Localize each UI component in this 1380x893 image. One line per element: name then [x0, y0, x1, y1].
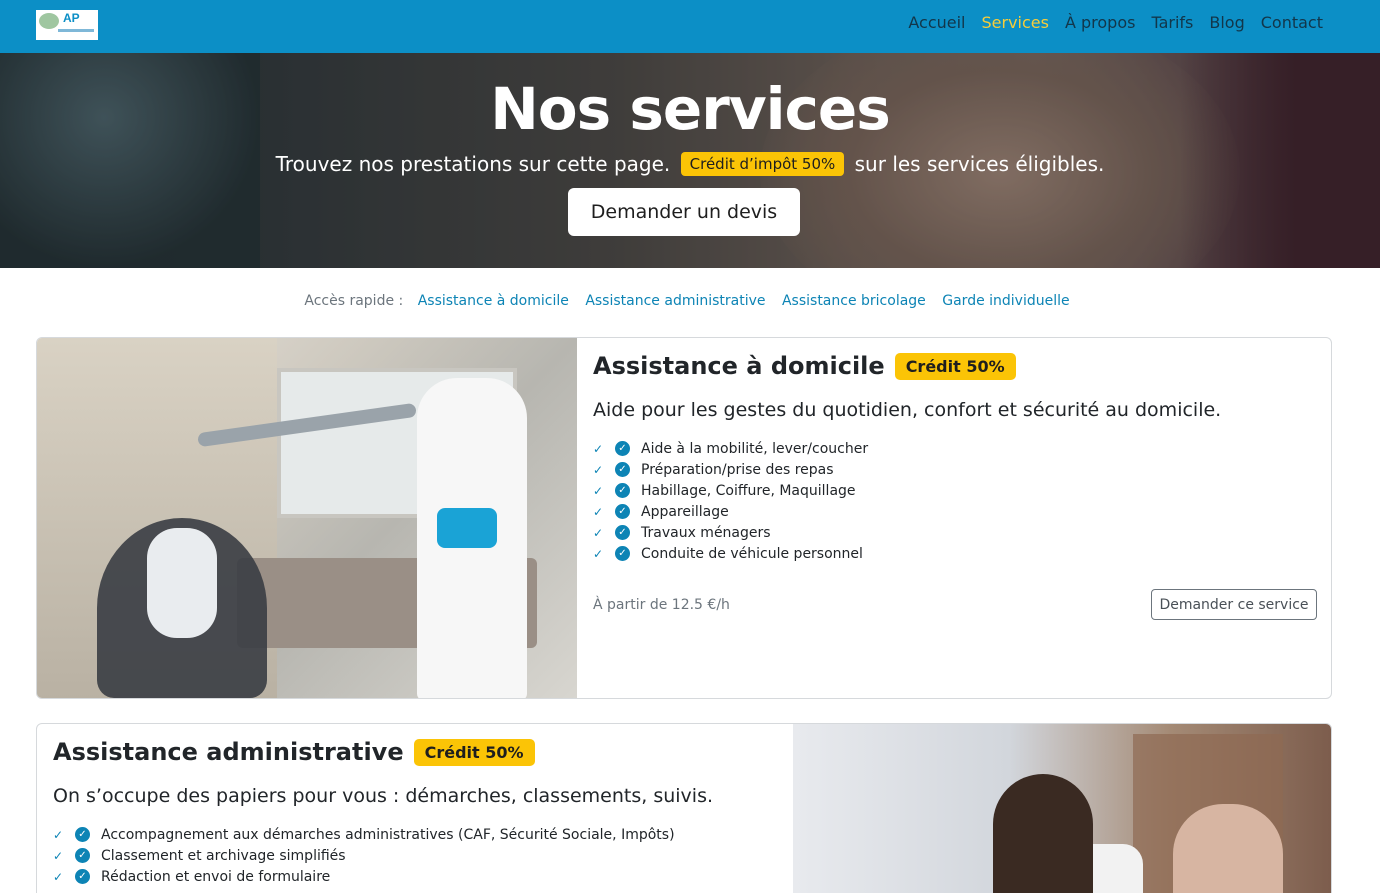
feature-text: Rédaction et envoi de formulaire: [101, 868, 331, 885]
check-icon: ✓: [593, 462, 604, 477]
feature-item: ✓ ✓ Classement et archivage simplifiés: [53, 845, 773, 866]
service-lead: On s’occupe des papiers pour vous : déma…: [53, 785, 714, 807]
page-title: Nos services: [490, 75, 891, 143]
logo-emblem: [39, 13, 59, 29]
nav-a-propos[interactable]: À propos: [1065, 13, 1135, 32]
quick-access-bar: Accès rapide : Assistance à domicile Ass…: [0, 293, 1380, 309]
feature-text: Classement et archivage simplifiés: [101, 847, 346, 864]
check-icon: ✓: [53, 848, 64, 863]
quick-access-label: Accès rapide :: [304, 293, 404, 309]
nav-contact[interactable]: Contact: [1261, 13, 1323, 32]
photo-elderly-man: [1173, 804, 1283, 893]
feature-text: Habillage, Coiffure, Maquillage: [641, 482, 856, 499]
check-icon: ✓: [593, 441, 604, 456]
feature-list: ✓ ✓ Aide à la mobilité, lever/coucher ✓ ✓ Pr…: [593, 438, 1317, 564]
check-icon: ✓: [593, 546, 604, 561]
feature-text: Accompagnement aux démarches administrat…: [101, 826, 675, 843]
tax-credit-badge: Crédit d’impôt 50%: [680, 152, 845, 176]
feature-item: ✓ ✓ Préparation/prise des repas: [593, 459, 1317, 480]
service-title-text: Assistance administrative: [53, 738, 404, 766]
check-icon: ✓: [53, 869, 64, 884]
hero-subtitle: Trouvez nos prestations sur cette page. …: [0, 152, 1380, 178]
feature-item: ✓ ✓ Appareillage: [593, 501, 1317, 522]
feature-item: ✓ ✓ Conduite de véhicule personnel: [593, 543, 1317, 564]
feature-list: ✓ ✓ Accompagnement aux démarches administr…: [53, 824, 773, 887]
hero-banner: Nos services Trouvez nos prestations sur…: [0, 53, 1380, 268]
service-price: À partir de 12.5 €/h: [593, 597, 730, 613]
feature-item: ✓ ✓ Accompagnement aux démarches administr…: [53, 824, 773, 845]
check-icon: ✓: [593, 483, 604, 498]
nav-services[interactable]: Services: [982, 13, 1049, 32]
check-circle-icon: ✓: [615, 504, 630, 519]
check-circle-icon: ✓: [75, 869, 90, 884]
service-title: Assistance à domicile Crédit 50%: [593, 352, 1317, 380]
check-icon: ✓: [593, 525, 604, 540]
quick-link-garde-individuelle[interactable]: Garde individuelle: [942, 293, 1069, 309]
service-card-body: Assistance administrative Crédit 50% On …: [53, 738, 773, 887]
check-circle-icon: ✓: [75, 827, 90, 842]
nav-blog[interactable]: Blog: [1209, 13, 1244, 32]
credit-badge: Crédit 50%: [413, 738, 535, 766]
photo-caregiver-uniform: [437, 508, 497, 548]
feature-text: Conduite de véhicule personnel: [641, 545, 863, 562]
logo-text: AP: [63, 11, 80, 25]
feature-text: Travaux ménagers: [641, 524, 771, 541]
service-card-footer: À partir de 12.5 €/h Demander ce service: [593, 589, 1317, 621]
logo-subline: [58, 29, 94, 32]
service-card-assistance-domicile: Assistance à domicile Crédit 50% Aide po…: [36, 337, 1332, 699]
hero-subtitle-after: sur les services éligibles.: [854, 152, 1105, 176]
check-icon: ✓: [593, 504, 604, 519]
feature-text: Préparation/prise des repas: [641, 461, 834, 478]
photo-patient: [147, 528, 217, 638]
feature-text: Aide à la mobilité, lever/coucher: [641, 440, 869, 457]
navbar: AP Accueil Services À propos Tarifs Blog…: [0, 0, 1380, 53]
check-circle-icon: ✓: [615, 483, 630, 498]
service-card-assistance-administrative: Assistance administrative Crédit 50% On …: [36, 723, 1332, 893]
check-icon: ✓: [53, 827, 64, 842]
check-circle-icon: ✓: [615, 441, 630, 456]
service-card-body: Assistance à domicile Crédit 50% Aide po…: [593, 352, 1317, 564]
request-quote-button[interactable]: Demander un devis: [568, 188, 800, 236]
check-circle-icon: ✓: [615, 525, 630, 540]
service-lead: Aide pour les gestes du quotidien, confo…: [593, 399, 1222, 421]
feature-text: Appareillage: [641, 503, 729, 520]
service-photo-assistance-domicile: [37, 338, 577, 698]
brand-logo[interactable]: AP: [36, 10, 98, 40]
nav-tarifs[interactable]: Tarifs: [1151, 13, 1193, 32]
feature-item: ✓ ✓ Aide à la mobilité, lever/coucher: [593, 438, 1317, 459]
check-circle-icon: ✓: [75, 848, 90, 863]
credit-badge: Crédit 50%: [894, 352, 1016, 380]
feature-item: ✓ ✓ Rédaction et envoi de formulaire: [53, 866, 773, 887]
feature-item: ✓ ✓ Habillage, Coiffure, Maquillage: [593, 480, 1317, 501]
check-circle-icon: ✓: [615, 546, 630, 561]
feature-item: ✓ ✓ Travaux ménagers: [593, 522, 1317, 543]
quick-link-assistance-bricolage[interactable]: Assistance bricolage: [782, 293, 926, 309]
quick-link-assistance-domicile[interactable]: Assistance à domicile: [418, 293, 569, 309]
nav-accueil[interactable]: Accueil: [908, 13, 965, 32]
main-nav: Accueil Services À propos Tarifs Blog Co…: [908, 13, 1323, 32]
service-title-text: Assistance à domicile: [593, 352, 885, 380]
hero-subtitle-before: Trouvez nos prestations sur cette page.: [275, 152, 671, 176]
quick-link-assistance-administrative[interactable]: Assistance administrative: [585, 293, 765, 309]
photo-caregiver: [993, 774, 1093, 893]
check-circle-icon: ✓: [615, 462, 630, 477]
request-service-button[interactable]: Demander ce service: [1151, 589, 1317, 620]
service-title: Assistance administrative Crédit 50%: [53, 738, 773, 766]
service-photo-assistance-administrative: [793, 724, 1331, 893]
